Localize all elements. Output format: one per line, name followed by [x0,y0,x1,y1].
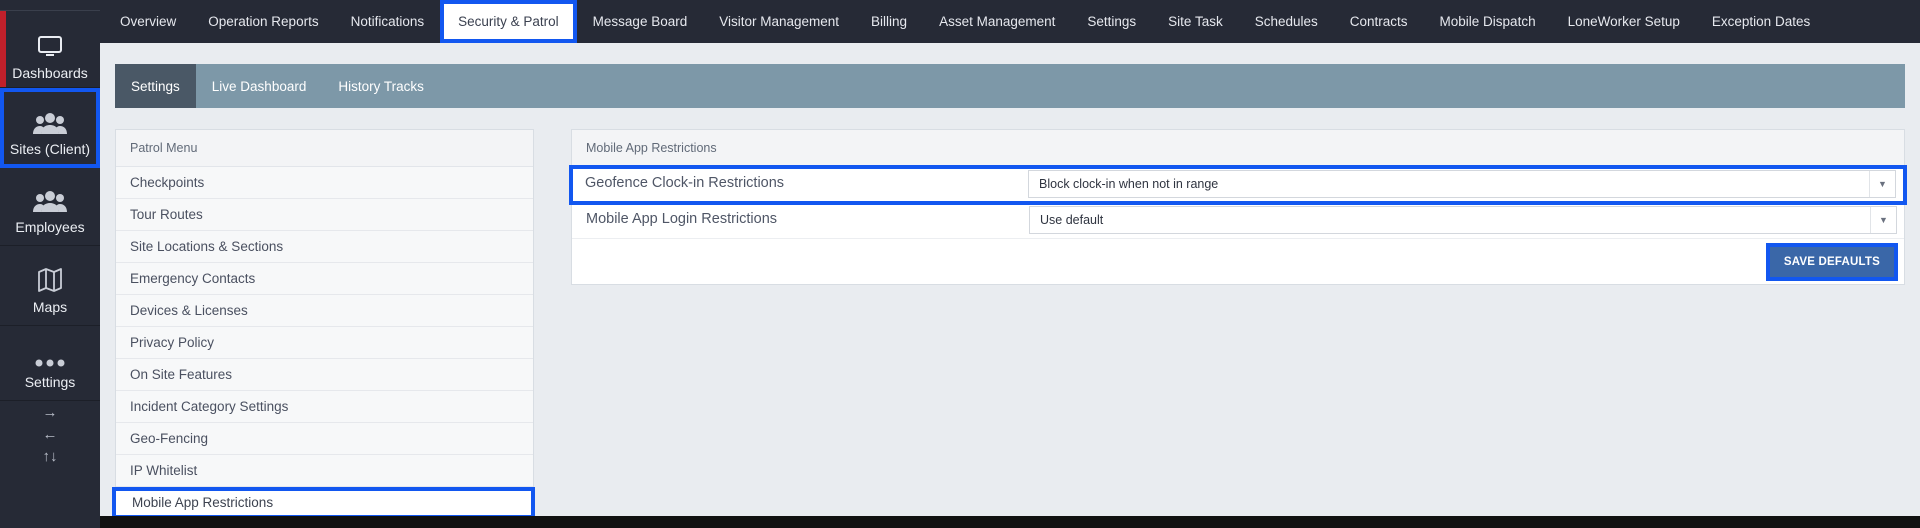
bottom-strip [100,516,1920,528]
geofence-label: Geofence Clock-in Restrictions [585,175,785,191]
save-wrapper: SAVE DEFAULTS [1765,243,1899,281]
sidebar-item-employees[interactable]: Employees [0,168,100,246]
tab-visitor-management[interactable]: Visitor Management [703,0,855,43]
tab-contracts[interactable]: Contracts [1334,0,1424,43]
restrictions-panel: Mobile App Restrictions Geofence Clock-i… [569,129,1907,285]
map-icon [37,267,63,293]
patrol-menu-panel: Patrol Menu Checkpoints Tour Routes Site… [112,129,535,519]
geofence-select[interactable]: Block clock-in when not in range ▼ [1028,170,1896,198]
tab-settings[interactable]: Settings [1071,0,1152,43]
monitor-icon [37,35,63,59]
menu-item-site-locations[interactable]: Site Locations & Sections [116,231,533,263]
restrictions-title: Mobile App Restrictions [572,130,1904,167]
sidebar-item-label: Dashboards [12,65,88,81]
login-select[interactable]: Use default ▼ [1029,206,1897,234]
sidebar-item-label: Maps [32,299,68,315]
top-navigation: Overview Operation Reports Notifications… [100,0,1920,43]
tab-site-task[interactable]: Site Task [1152,0,1239,43]
subtab-history-tracks[interactable]: History Tracks [322,64,440,108]
tab-security-patrol[interactable]: Security & Patrol [440,0,577,43]
menu-item-mobile-app-restrictions[interactable]: Mobile App Restrictions [112,487,535,519]
subtab-live-dashboard[interactable]: Live Dashboard [196,64,323,108]
sub-tab-bar: Settings Live Dashboard History Tracks [115,64,1905,108]
sidebar-item-label: Sites (Client) [9,141,91,157]
subtab-settings[interactable]: Settings [115,64,196,108]
menu-item-tour-routes[interactable]: Tour Routes [116,199,533,231]
arrow-right-icon[interactable]: → [0,402,100,424]
menu-item-geo-fencing[interactable]: Geo-Fencing [116,423,533,455]
tab-operation-reports[interactable]: Operation Reports [192,0,334,43]
tab-overview[interactable]: Overview [104,0,192,43]
menu-item-ip-whitelist[interactable]: IP Whitelist [116,455,533,487]
group-icon [33,189,67,213]
sidebar-item-maps[interactable]: Maps [0,246,100,326]
chevron-down-icon[interactable]: ▼ [1870,207,1896,233]
login-row: Mobile App Login Restrictions Use defaul… [572,203,1904,239]
login-select-value: Use default [1040,213,1104,227]
tab-message-board[interactable]: Message Board [577,0,704,43]
login-label: Mobile App Login Restrictions [586,211,778,227]
tab-schedules[interactable]: Schedules [1239,0,1334,43]
sidebar-collapse-controls: → ← ↑↓ [0,402,100,468]
tab-exception-dates[interactable]: Exception Dates [1696,0,1826,43]
tab-loneworker-setup[interactable]: LoneWorker Setup [1552,0,1696,43]
sidebar-item-label: Settings [24,374,76,390]
tab-billing[interactable]: Billing [855,0,923,43]
menu-item-checkpoints[interactable]: Checkpoints [116,167,533,199]
menu-item-devices-licenses[interactable]: Devices & Licenses [116,295,533,327]
tab-mobile-dispatch[interactable]: Mobile Dispatch [1424,0,1552,43]
sidebar-top [0,0,100,11]
sidebar-item-sites[interactable]: Sites (Client) [0,88,100,168]
group-icon [33,111,67,135]
save-defaults-button[interactable]: SAVE DEFAULTS [1765,243,1899,281]
arrow-left-icon[interactable]: ← [0,424,100,446]
patrol-menu-title: Patrol Menu [116,130,533,167]
geofence-row: Geofence Clock-in Restrictions Block clo… [569,165,1907,205]
sidebar: Dashboards Sites (Client) Employees Maps… [0,0,100,528]
menu-item-on-site-features[interactable]: On Site Features [116,359,533,391]
geofence-select-value: Block clock-in when not in range [1039,177,1219,191]
dots-icon [34,358,66,368]
sidebar-item-dashboards[interactable]: Dashboards [0,11,100,88]
sidebar-item-label: Employees [15,219,85,235]
tab-notifications[interactable]: Notifications [335,0,441,43]
menu-item-incident-category[interactable]: Incident Category Settings [116,391,533,423]
menu-item-privacy-policy[interactable]: Privacy Policy [116,327,533,359]
menu-item-emergency-contacts[interactable]: Emergency Contacts [116,263,533,295]
tab-asset-management[interactable]: Asset Management [923,0,1071,43]
arrow-updown-icon[interactable]: ↑↓ [0,446,100,468]
chevron-down-icon[interactable]: ▼ [1869,171,1895,197]
sidebar-item-settings[interactable]: Settings [0,326,100,401]
